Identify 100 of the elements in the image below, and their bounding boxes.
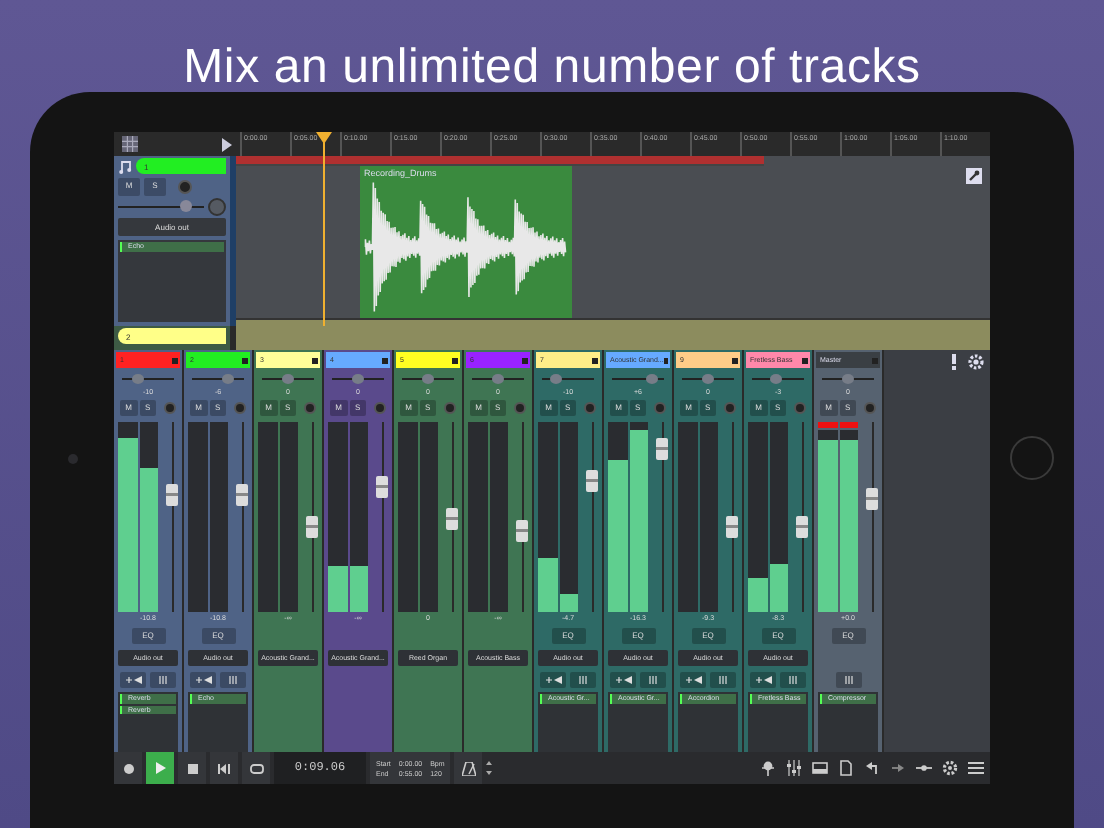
plus-arrow-icon bbox=[615, 675, 631, 683]
sliders-icon bbox=[718, 675, 728, 683]
loop-button[interactable] bbox=[242, 752, 270, 784]
sliders-icon bbox=[648, 675, 658, 683]
fader-thumb[interactable] bbox=[376, 476, 389, 499]
volume-thumb[interactable] bbox=[179, 200, 192, 212]
sliders-icon bbox=[228, 675, 238, 683]
fader-thumb[interactable] bbox=[796, 516, 809, 539]
pan-thumb[interactable] bbox=[422, 374, 434, 384]
stop-button[interactable] bbox=[178, 752, 206, 784]
settings-icon[interactable] bbox=[942, 760, 958, 776]
sliders-icon bbox=[788, 675, 798, 683]
record-icon[interactable] bbox=[654, 402, 666, 414]
playhead-marker[interactable] bbox=[316, 132, 332, 326]
record-icon[interactable] bbox=[234, 402, 246, 414]
plus-arrow-icon bbox=[125, 675, 141, 683]
record-icon[interactable] bbox=[304, 402, 316, 414]
pan-thumb[interactable] bbox=[549, 374, 561, 384]
plus-arrow-icon bbox=[545, 675, 561, 683]
settings-icon[interactable] bbox=[968, 354, 984, 370]
record-icon[interactable] bbox=[794, 402, 806, 414]
effect-settings-button[interactable] bbox=[780, 671, 806, 687]
channel-menu-icon[interactable] bbox=[242, 357, 248, 363]
record-icon[interactable] bbox=[514, 402, 526, 414]
headline: Mix an unlimited number of tracks bbox=[181, 38, 923, 92]
camera-icon bbox=[67, 453, 77, 463]
play-arrow-icon[interactable] bbox=[222, 137, 232, 151]
document-icon[interactable] bbox=[838, 760, 854, 776]
pan-thumb[interactable] bbox=[769, 374, 782, 384]
record-icon[interactable] bbox=[164, 402, 176, 414]
effect-settings-button[interactable] bbox=[640, 671, 666, 687]
pan-thumb[interactable] bbox=[131, 374, 144, 384]
channel-menu-icon[interactable] bbox=[382, 357, 388, 363]
fader-thumb[interactable] bbox=[586, 469, 599, 491]
fader-thumb[interactable] bbox=[446, 507, 459, 529]
note-icon[interactable] bbox=[118, 159, 132, 173]
redo-icon[interactable] bbox=[890, 760, 906, 776]
skip-to-start-icon bbox=[218, 763, 230, 773]
undo-icon[interactable] bbox=[864, 760, 880, 776]
play-icon bbox=[155, 762, 165, 774]
pan-slider[interactable] bbox=[612, 374, 664, 384]
metronome-button[interactable] bbox=[454, 752, 483, 784]
add-effect-button[interactable] bbox=[190, 671, 216, 687]
volume-slider[interactable] bbox=[118, 200, 204, 212]
menu-icon[interactable] bbox=[968, 760, 984, 776]
record-icon[interactable] bbox=[584, 402, 596, 414]
effect-settings-button[interactable] bbox=[835, 671, 861, 687]
effect-settings-button[interactable] bbox=[150, 671, 176, 687]
grid-icon[interactable] bbox=[122, 136, 138, 152]
pan-thumb[interactable] bbox=[645, 374, 657, 384]
fader-thumb[interactable] bbox=[236, 484, 249, 507]
pan-thumb[interactable] bbox=[702, 374, 714, 384]
channel-menu-icon[interactable] bbox=[732, 357, 738, 363]
effect-settings-button[interactable] bbox=[220, 671, 246, 687]
record-icon[interactable] bbox=[724, 402, 736, 414]
record-button[interactable] bbox=[114, 752, 142, 784]
pin-icon[interactable] bbox=[760, 760, 776, 776]
fader-thumb[interactable] bbox=[866, 488, 879, 510]
metronome-icon bbox=[461, 761, 476, 775]
record-icon[interactable] bbox=[178, 179, 192, 193]
pan-thumb[interactable] bbox=[282, 374, 294, 384]
add-effect-button[interactable] bbox=[120, 671, 146, 687]
channel-menu-icon[interactable] bbox=[592, 357, 598, 363]
record-icon[interactable] bbox=[444, 402, 456, 414]
stop-icon bbox=[187, 763, 197, 773]
add-effect-button[interactable] bbox=[610, 671, 636, 687]
sliders-icon bbox=[578, 675, 588, 683]
fader-thumb[interactable] bbox=[726, 516, 739, 539]
effect-settings-button[interactable] bbox=[710, 671, 736, 687]
info-icon[interactable] bbox=[950, 354, 958, 370]
pan-thumb[interactable] bbox=[352, 374, 364, 384]
loop-icon bbox=[249, 763, 263, 773]
plus-arrow-icon bbox=[195, 675, 211, 683]
plus-arrow-icon bbox=[685, 675, 701, 683]
mixer-icon[interactable] bbox=[786, 760, 802, 776]
add-effect-button[interactable] bbox=[680, 671, 706, 687]
fader-thumb[interactable] bbox=[306, 516, 319, 539]
effect-settings-button[interactable] bbox=[570, 671, 596, 687]
sliders-icon bbox=[158, 675, 168, 683]
channel-menu-icon[interactable] bbox=[663, 357, 668, 363]
record-icon bbox=[123, 763, 133, 773]
plus-arrow-icon bbox=[755, 675, 771, 683]
pan-thumb[interactable] bbox=[842, 374, 854, 384]
channel-menu-icon[interactable] bbox=[802, 357, 808, 363]
keyboard-icon[interactable] bbox=[812, 760, 828, 776]
fader-thumb[interactable] bbox=[166, 484, 179, 507]
channel-menu-icon[interactable] bbox=[452, 357, 458, 363]
channel-menu-icon[interactable] bbox=[312, 357, 318, 363]
wrench-icon[interactable] bbox=[966, 168, 982, 184]
up-down-arrows-icon[interactable] bbox=[486, 760, 493, 776]
dots-icon[interactable] bbox=[916, 760, 932, 776]
sliders-icon bbox=[843, 675, 853, 683]
rewind-button[interactable] bbox=[210, 752, 238, 784]
pan-thumb[interactable] bbox=[492, 374, 504, 384]
add-effect-button[interactable] bbox=[750, 671, 776, 687]
fader-thumb[interactable] bbox=[516, 520, 529, 543]
record-icon[interactable] bbox=[864, 402, 876, 414]
add-effect-button[interactable] bbox=[540, 671, 566, 687]
fader-thumb[interactable] bbox=[656, 438, 669, 461]
pan-thumb[interactable] bbox=[222, 374, 235, 384]
